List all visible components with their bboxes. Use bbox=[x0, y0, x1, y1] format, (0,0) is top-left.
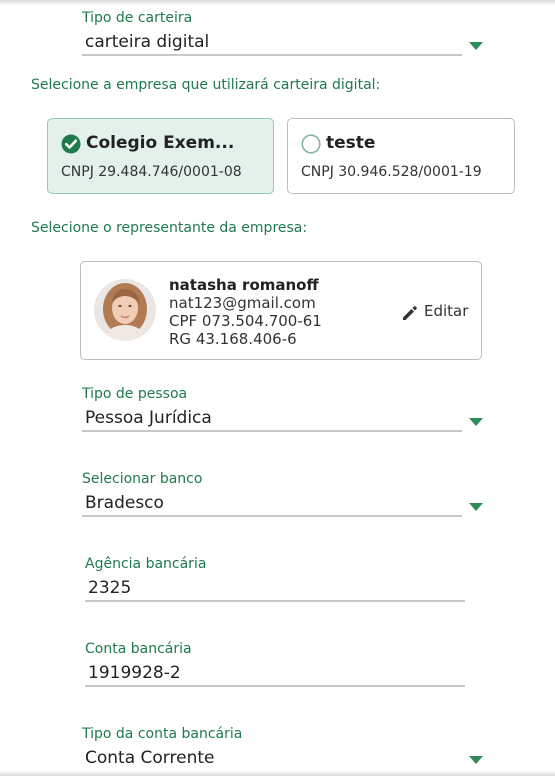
edit-label: Editar bbox=[424, 302, 469, 320]
avatar bbox=[94, 279, 156, 341]
company-name: teste bbox=[326, 133, 376, 153]
representative-cpf: CPF 073.504.700-61 bbox=[169, 312, 322, 330]
person-type-value: Pessoa Jurídica bbox=[85, 408, 212, 428]
chevron-down-icon[interactable] bbox=[469, 756, 483, 764]
agency-input[interactable]: Agência bancária 2325 bbox=[85, 556, 467, 606]
bank-select[interactable]: Selecionar banco Bradesco bbox=[82, 471, 487, 521]
bank-value: Bradesco bbox=[85, 493, 164, 513]
account-type-value: Conta Corrente bbox=[85, 748, 215, 768]
bank-label: Selecionar banco bbox=[82, 471, 203, 487]
wallet-type-select[interactable]: Tipo de carteira carteira digital bbox=[82, 10, 487, 60]
chevron-down-icon[interactable] bbox=[469, 42, 483, 50]
pencil-icon bbox=[403, 306, 417, 320]
representative-section-label: Selecione o representante da empresa: bbox=[31, 220, 308, 236]
account-value: 1919928-2 bbox=[88, 663, 181, 683]
account-type-label: Tipo da conta bancária bbox=[82, 726, 243, 742]
account-input[interactable]: Conta bancária 1919928-2 bbox=[85, 641, 467, 691]
bank-underline bbox=[82, 515, 462, 517]
user-photo-icon bbox=[94, 279, 156, 341]
account-underline bbox=[85, 685, 465, 687]
representative-name: natasha romanoff bbox=[169, 276, 319, 294]
agency-value: 2325 bbox=[88, 578, 132, 598]
person-type-underline bbox=[82, 430, 462, 432]
chevron-down-icon[interactable] bbox=[469, 418, 483, 426]
account-type-select[interactable]: Tipo da conta bancária Conta Corrente bbox=[82, 726, 487, 776]
company-name: Colegio Exem... bbox=[86, 133, 235, 153]
company-card-colegio[interactable]: Colegio Exem... CNPJ 29.484.746/0001-08 bbox=[47, 118, 274, 194]
agency-label: Agência bancária bbox=[85, 556, 207, 572]
person-type-select[interactable]: Tipo de pessoa Pessoa Jurídica bbox=[82, 386, 487, 436]
company-section-label: Selecione a empresa que utilizará cartei… bbox=[31, 77, 381, 93]
company-cnpj: CNPJ 29.484.746/0001-08 bbox=[61, 164, 242, 180]
representative-rg: RG 43.168.406-6 bbox=[169, 330, 297, 348]
wallet-type-underline bbox=[82, 54, 462, 56]
radio-unchecked-icon[interactable] bbox=[301, 134, 321, 154]
check-circle-icon bbox=[61, 134, 81, 154]
chevron-down-icon[interactable] bbox=[469, 503, 483, 511]
wallet-type-value: carteira digital bbox=[85, 32, 210, 52]
company-cnpj: CNPJ 30.946.528/0001-19 bbox=[301, 164, 482, 180]
representative-card[interactable]: natasha romanoff nat123@gmail.com CPF 07… bbox=[80, 261, 482, 360]
wallet-type-label: Tipo de carteira bbox=[82, 10, 193, 26]
company-card-teste[interactable]: teste CNPJ 30.946.528/0001-19 bbox=[287, 118, 515, 194]
representative-email: nat123@gmail.com bbox=[169, 294, 316, 312]
person-type-label: Tipo de pessoa bbox=[82, 386, 188, 402]
bottom-shadow bbox=[0, 770, 555, 776]
top-shadow bbox=[0, 0, 555, 6]
agency-underline bbox=[85, 600, 465, 602]
account-label: Conta bancária bbox=[85, 641, 192, 657]
